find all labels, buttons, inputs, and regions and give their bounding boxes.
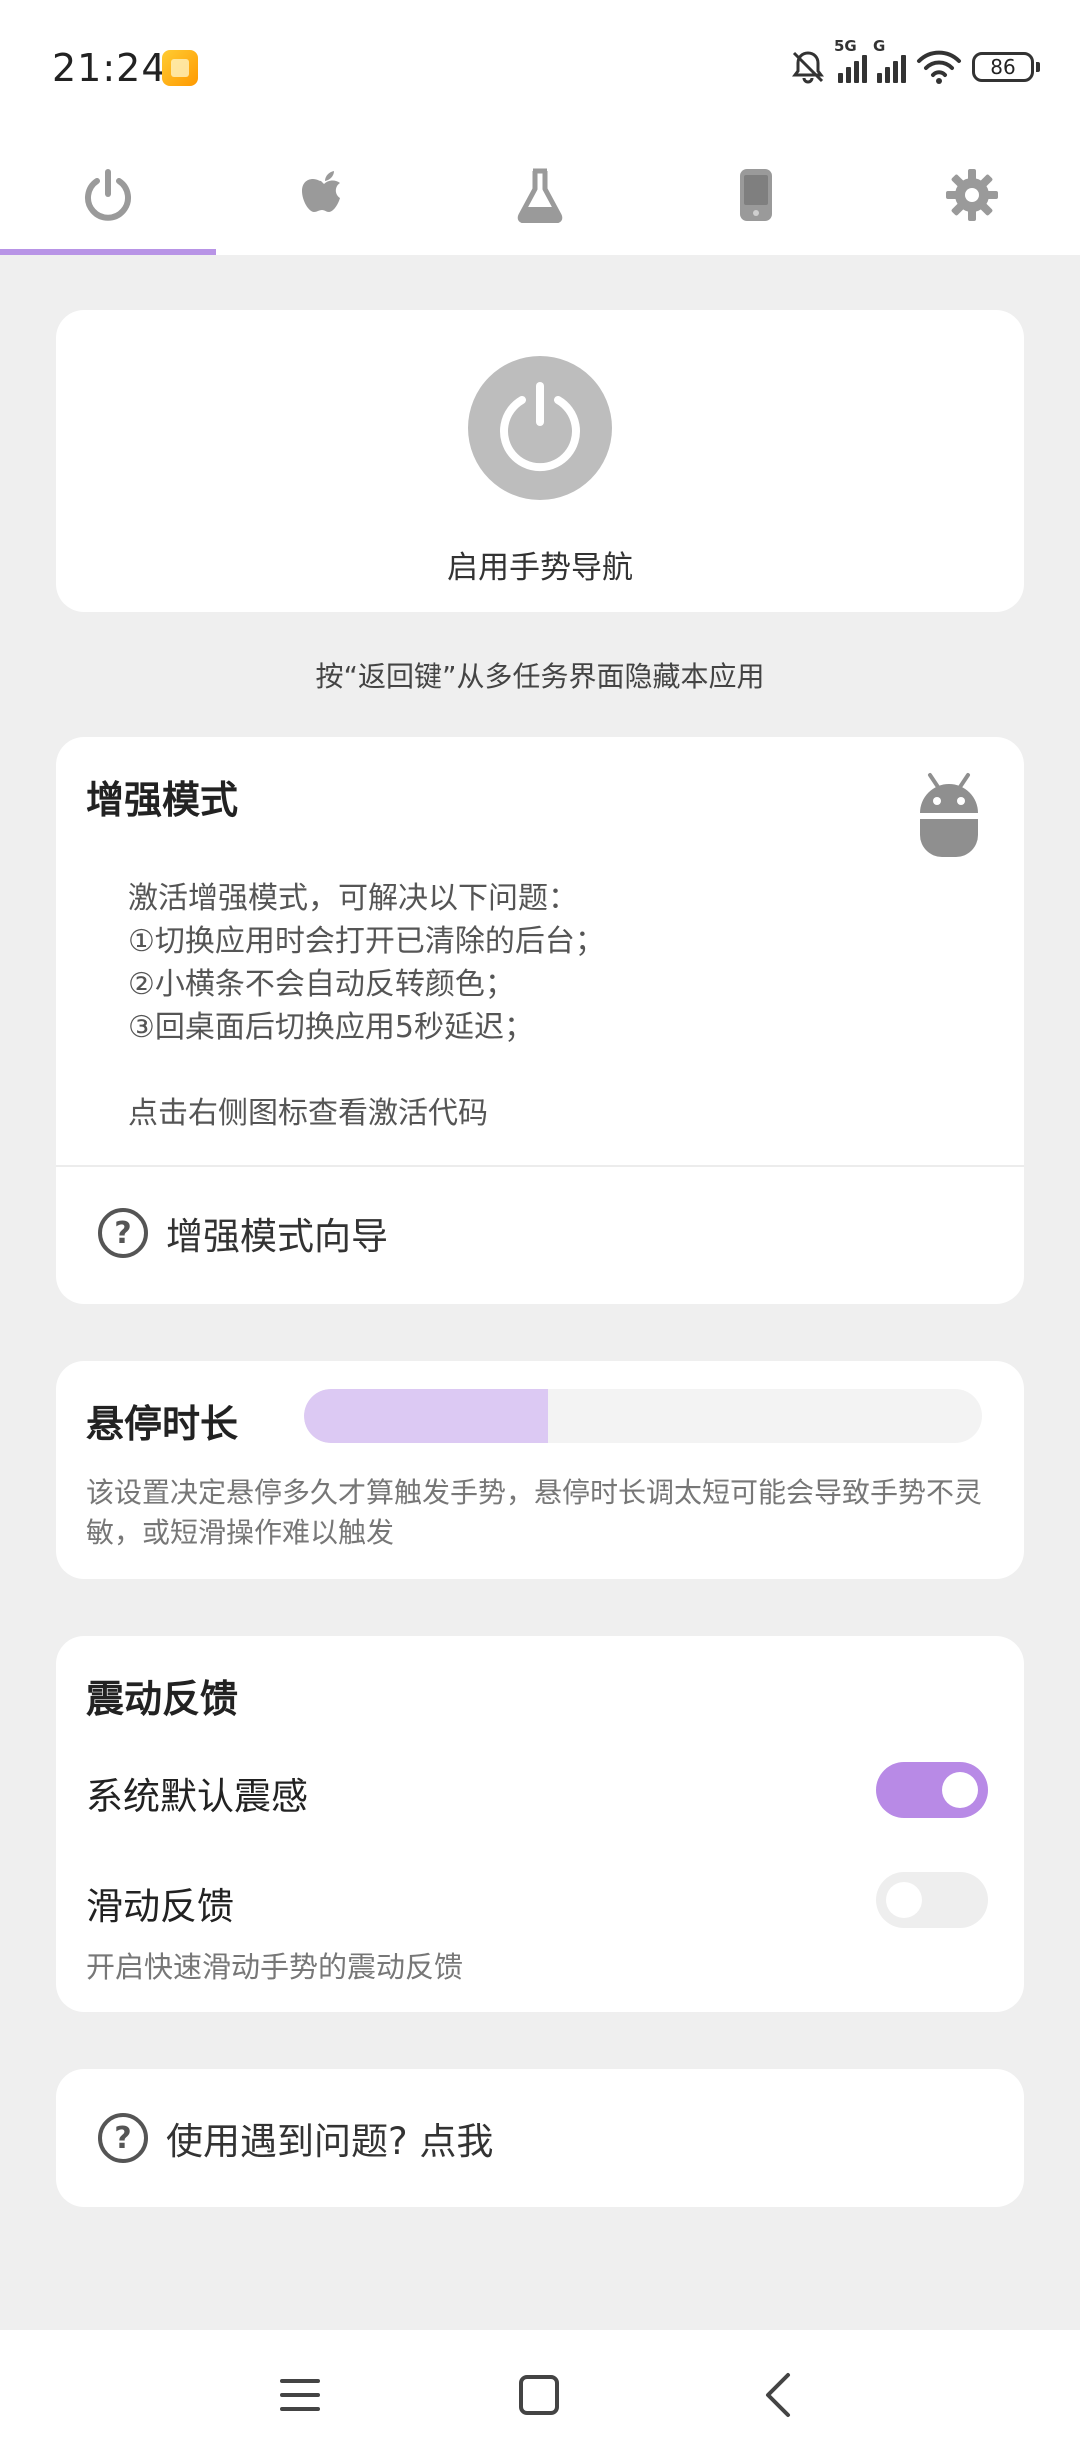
system-navigation-bar [0,2330,1080,2460]
menu-icon [280,2379,320,2411]
tab-settings[interactable] [864,135,1080,255]
enhanced-mode-guide-row[interactable]: ? 增强模式向导 [56,1165,1024,1301]
enable-gesture-label: 启用手势导航 [447,550,633,586]
status-bar: 21:24 5G G 86 [0,0,1080,135]
help-row[interactable]: ? 使用遇到问题? 点我 [56,2069,1024,2207]
hover-duration-slider-fill [304,1389,549,1443]
status-icons: 5G G 86 [788,37,1040,90]
tab-apple[interactable] [216,135,432,255]
swipe-feedback-toggle[interactable] [876,1872,988,1928]
tab-lab[interactable] [432,135,648,255]
tab-device[interactable] [648,135,864,255]
vibration-card: 震动反馈 系统默认震感 滑动反馈 开启快速滑动手势的震动反馈 [56,1636,1024,2012]
enable-gesture-button[interactable] [468,356,612,500]
android-icon[interactable] [918,769,980,859]
flask-icon [517,168,563,223]
power-icon [85,169,131,221]
hover-duration-slider[interactable] [304,1389,982,1443]
system-default-vibration-label: 系统默认震感 [86,1775,308,1818]
signal-5g-icon: 5G [834,37,867,83]
network-type-1: 5G [834,37,857,55]
gear-icon [946,169,998,221]
bell-muted-icon [792,51,824,84]
hover-duration-card: 悬停时长 该设置决定悬停多久才算触发手势，悬停时长调太短可能会导致手势不灵敏，或… [56,1361,1024,1579]
hide-from-recents-hint: 按“返回键”从多任务界面隐藏本应用 [315,660,765,693]
status-time: 21:24 [52,46,167,90]
menu-button[interactable] [265,2360,335,2430]
square-icon [519,2375,559,2415]
top-tab-bar [0,135,1080,255]
back-arrow-icon [766,2373,790,2417]
home-button[interactable] [504,2360,574,2430]
toggle-knob [942,1772,978,1808]
hover-duration-title: 悬停时长 [86,1402,239,1446]
help-card[interactable]: ? 使用遇到问题? 点我 [56,2069,1024,2207]
help-circle-icon: ? [98,1208,148,1258]
swipe-feedback-subtitle: 开启快速滑动手势的震动反馈 [86,1950,464,1984]
toggle-knob [886,1882,922,1918]
battery-indicator: 86 [972,52,1040,82]
hover-duration-description: 该设置决定悬停多久才算触发手势，悬停时长调太短可能会导致手势不灵敏，或短滑操作难… [86,1476,983,1549]
system-default-vibration-toggle[interactable] [876,1762,988,1818]
wifi-icon [917,50,961,84]
signal-g-icon: G [873,37,906,83]
enhanced-mode-card: 增强模式 激活增强模式，可解决以下问题： ①切换应用时会打开已清除的后台； ②小… [56,737,1024,1304]
enhanced-mode-guide-label: 增强模式向导 [166,1215,388,1258]
gesture-enable-card[interactable]: 启用手势导航 [56,310,1024,612]
enhanced-mode-description: 激活增强模式，可解决以下问题： ①切换应用时会打开已清除的后台； ②小横条不会自… [128,881,605,1131]
power-icon [500,382,580,472]
help-circle-icon: ? [98,2113,148,2163]
swipe-feedback-label: 滑动反馈 [86,1885,234,1928]
apple-icon [302,171,340,212]
network-type-2: G [873,37,886,55]
active-tab-indicator [0,249,216,255]
phone-icon [740,169,772,221]
vibration-title: 震动反馈 [86,1677,239,1721]
enhanced-mode-title: 增强模式 [86,778,239,822]
notification-app-icon [162,50,198,86]
help-label: 使用遇到问题? 点我 [166,2120,494,2163]
tab-power[interactable] [0,135,216,255]
back-button[interactable] [743,2360,813,2430]
